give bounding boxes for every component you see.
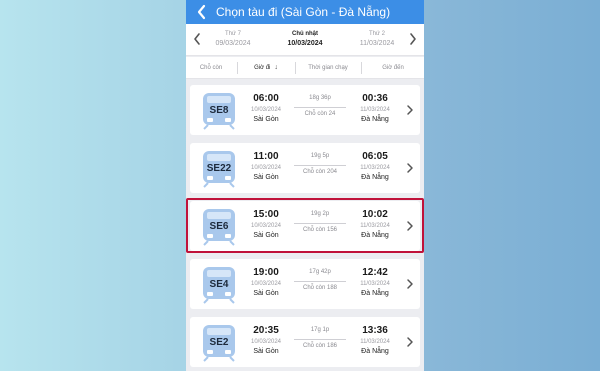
sort-duration[interactable]: Thời gian chạy	[296, 57, 360, 79]
arrival-time: 00:36	[362, 93, 388, 104]
arrival-station: Đà Nẵng	[361, 290, 389, 297]
divider	[294, 165, 346, 166]
arrival-station: Đà Nẵng	[361, 116, 389, 123]
next-date-icon[interactable]	[408, 32, 418, 46]
sort-departure-label: Giờ đi	[254, 65, 271, 71]
train-card-selected[interactable]: SE6 15:00 10/03/2024 Sài Gòn 19g 2p Chỗ …	[190, 201, 420, 251]
travel-duration: 19g 5p	[310, 153, 330, 159]
header-bar: Chọn tàu đi (Sài Gòn - Đà Nẵng)	[186, 0, 424, 24]
phone-screen: Chọn tàu đi (Sài Gòn - Đà Nẵng) Thứ 7 09…	[186, 0, 424, 371]
train-icon: SE22	[202, 150, 236, 188]
train-name: SE8	[209, 105, 229, 116]
chevron-right-icon	[407, 163, 413, 173]
divider	[294, 339, 346, 340]
train-card[interactable]: SE22 11:00 10/03/2024 Sài Gòn 19g 5p Chỗ…	[190, 143, 420, 193]
sort-bar: Chỗ còn Giờ đi ↓ Thời gian chạy Giờ đến	[186, 57, 424, 79]
departure-date: 10/03/2024	[250, 107, 282, 113]
arrival-station: Đà Nẵng	[361, 174, 389, 181]
date-value: 10/03/2024	[287, 40, 323, 47]
divider	[294, 107, 346, 108]
departure-time: 11:00	[253, 151, 279, 162]
departure-time: 19:00	[253, 267, 279, 278]
train-icon: SE4	[202, 266, 236, 304]
page-title: Chọn tàu đi (Sài Gòn - Đà Nẵng)	[216, 5, 391, 19]
date-day: Thứ 7	[224, 31, 242, 37]
arrival-time: 12:42	[362, 267, 388, 278]
sort-down-arrow-icon: ↓	[274, 64, 278, 71]
arrival-station: Đà Nẵng	[361, 348, 389, 355]
departure-station: Sài Gòn	[253, 232, 279, 239]
departure-station: Sài Gòn	[253, 348, 279, 355]
arrival-date: 11/03/2024	[360, 165, 390, 171]
arrival-date: 11/03/2024	[360, 339, 390, 345]
departure-station: Sài Gòn	[253, 290, 279, 297]
departure-date: 10/03/2024	[250, 339, 282, 345]
date-day: Thứ 2	[368, 31, 386, 37]
departure-date: 10/03/2024	[250, 281, 282, 287]
arrival-time: 06:05	[362, 151, 388, 162]
date-option[interactable]: Thứ 7 09/03/2024	[198, 29, 268, 49]
train-name: SE6	[209, 221, 229, 232]
arrival-station: Đà Nẵng	[361, 232, 389, 239]
sort-arrival[interactable]: Giờ đến	[362, 57, 424, 79]
date-value: 09/03/2024	[215, 40, 251, 47]
travel-duration: 17g 42p	[309, 269, 331, 275]
back-arrow-icon[interactable]	[196, 4, 208, 20]
chevron-right-icon	[407, 221, 413, 231]
departure-time: 06:00	[253, 93, 279, 104]
date-selector: Thứ 7 09/03/2024 Chủ nhật 10/03/2024 Thứ…	[186, 24, 424, 56]
seats-remaining: Chỗ còn 204	[302, 169, 338, 175]
train-card[interactable]: SE8 06:00 10/03/2024 Sài Gòn 18g 36p Chỗ…	[190, 85, 420, 135]
date-option-selected[interactable]: Chủ nhật 10/03/2024	[270, 29, 340, 49]
arrival-date: 11/03/2024	[360, 223, 390, 229]
departure-time: 20:35	[253, 325, 279, 336]
train-card[interactable]: SE4 19:00 10/03/2024 Sài Gòn 17g 42p Chỗ…	[190, 259, 420, 309]
arrival-time: 13:36	[362, 325, 388, 336]
arrival-date: 11/03/2024	[360, 281, 390, 287]
train-name: SE4	[209, 279, 229, 290]
seats-remaining: Chỗ còn 188	[302, 285, 338, 291]
sort-departure[interactable]: Giờ đi ↓	[238, 57, 294, 79]
sort-seats[interactable]: Chỗ còn	[186, 57, 236, 79]
train-card[interactable]: SE2 20:35 10/03/2024 Sài Gòn 17g 1p Chỗ …	[190, 317, 420, 367]
train-icon: SE2	[202, 324, 236, 362]
departure-date: 10/03/2024	[250, 223, 282, 229]
date-option[interactable]: Thứ 2 11/03/2024	[342, 29, 412, 49]
date-day: Chủ nhật	[292, 31, 318, 37]
divider	[294, 223, 346, 224]
seats-remaining: Chỗ còn 186	[302, 343, 338, 349]
chevron-right-icon	[407, 105, 413, 115]
train-name: SE22	[206, 163, 232, 174]
departure-station: Sài Gòn	[253, 174, 279, 181]
train-name: SE2	[209, 337, 229, 348]
departure-date: 10/03/2024	[250, 165, 282, 171]
departure-time: 15:00	[253, 209, 279, 220]
travel-duration: 19g 2p	[310, 211, 330, 217]
arrival-time: 10:02	[362, 209, 388, 220]
train-icon: SE6	[202, 208, 236, 246]
date-value: 11/03/2024	[359, 40, 395, 47]
travel-duration: 18g 36p	[309, 95, 331, 101]
seats-remaining: Chỗ còn 156	[302, 227, 338, 233]
arrival-date: 11/03/2024	[360, 107, 390, 113]
seats-remaining: Chỗ còn 24	[304, 111, 336, 117]
travel-duration: 17g 1p	[310, 327, 330, 333]
departure-station: Sài Gòn	[253, 116, 279, 123]
chevron-right-icon	[407, 279, 413, 289]
train-icon: SE8	[202, 92, 236, 130]
chevron-right-icon	[407, 337, 413, 347]
divider	[294, 281, 346, 282]
